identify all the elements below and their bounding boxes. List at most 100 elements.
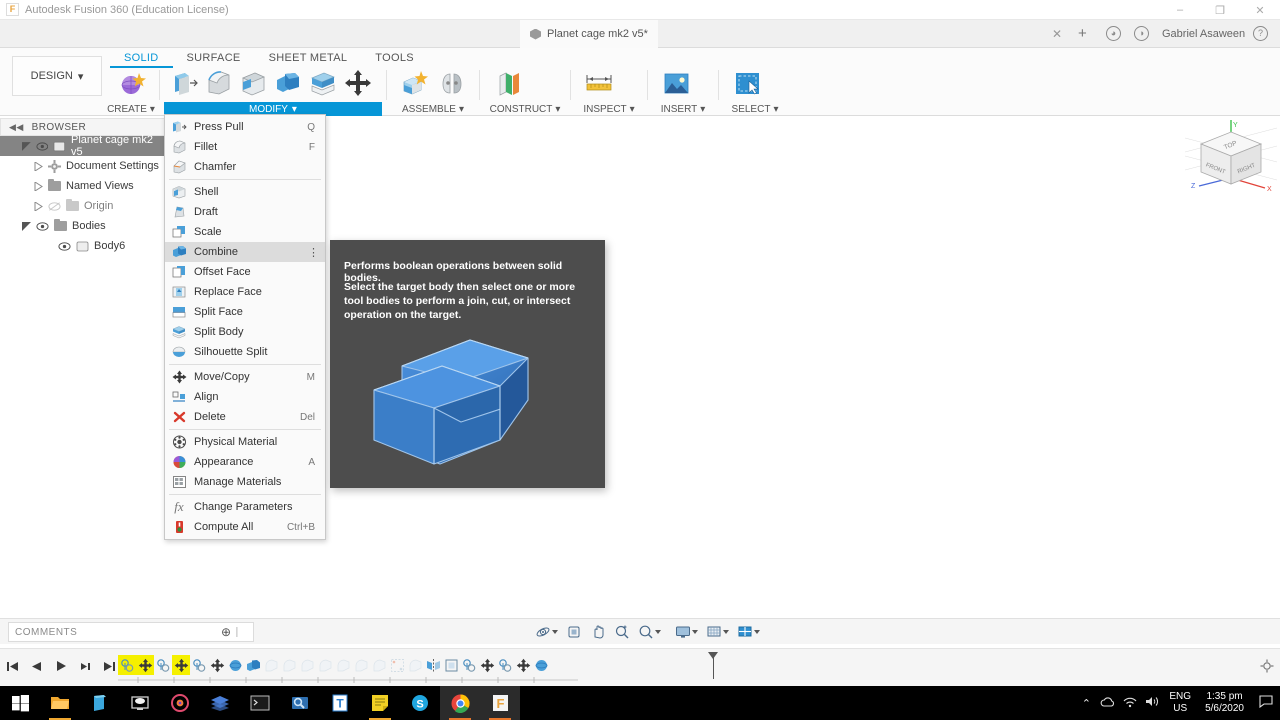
menu-item-split-face[interactable]: Split Face [165, 302, 325, 322]
taskbar-app-search[interactable] [280, 686, 320, 720]
panel-title-select[interactable]: SELECT ▾ [723, 102, 787, 116]
expander-expanded-icon[interactable] [22, 141, 31, 151]
menu-item-fillet[interactable]: Fillet F [165, 137, 325, 157]
browser-item-root[interactable]: Planet cage mk2 v5 [0, 134, 165, 158]
timeline-feature-14[interactable] [370, 655, 388, 675]
timeline-settings-icon[interactable] [1260, 659, 1274, 676]
step-back-button[interactable] [30, 660, 43, 676]
expander-collapsed-icon[interactable] [34, 161, 43, 171]
viewports-layout-tool[interactable] [734, 624, 763, 640]
expander-collapsed-icon[interactable] [34, 181, 43, 191]
joint-button[interactable] [433, 64, 471, 102]
timeline-feature-1[interactable] [136, 655, 154, 675]
timeline-feature-13[interactable] [352, 655, 370, 675]
timeline-feature-17[interactable] [424, 655, 442, 675]
menu-item-draft[interactable]: Draft [165, 202, 325, 222]
timeline-feature-9[interactable] [280, 655, 298, 675]
chevron-down-icon[interactable] [655, 630, 661, 634]
chevron-down-icon[interactable] [754, 630, 760, 634]
help-icon[interactable]: ? [1253, 26, 1268, 41]
go-to-end-button[interactable] [103, 660, 116, 676]
taskbar-app-media[interactable] [160, 686, 200, 720]
taskbar-app-file-explorer[interactable] [40, 686, 80, 720]
orbit-tool[interactable] [532, 624, 561, 640]
press-pull-button[interactable] [168, 64, 202, 102]
browser-item-named-views[interactable]: Named Views [0, 176, 165, 196]
fillet-button[interactable] [202, 64, 236, 102]
visibility-eye-icon[interactable] [36, 221, 49, 232]
timeline-feature-6[interactable] [226, 655, 244, 675]
panel-title-create[interactable]: CREATE ▾ [107, 102, 155, 116]
view-cube[interactable]: Y X Z TOP FRONT RIGHT [1184, 118, 1278, 200]
zoom-tool[interactable] [635, 624, 664, 640]
menu-item-move-copy[interactable]: Move/Copy M [165, 367, 325, 387]
timeline-feature-7[interactable] [244, 655, 262, 675]
close-tab-button[interactable]: ✕ [1052, 27, 1062, 41]
menu-item-appearance[interactable]: Appearance A [165, 452, 325, 472]
combine-button[interactable] [270, 64, 304, 102]
action-center-icon[interactable] [1252, 695, 1280, 711]
panel-title-insert[interactable]: INSERT ▾ [652, 102, 714, 116]
expander-collapsed-icon[interactable] [34, 201, 43, 211]
taskbar-app-weather[interactable] [120, 686, 160, 720]
comments-input[interactable]: COMMENTS ⊕ ⎸ [8, 622, 254, 642]
minimize-button[interactable]: – [1160, 0, 1200, 20]
construct-plane-button[interactable] [488, 64, 528, 102]
menu-item-physical-material[interactable]: Physical Material [165, 432, 325, 452]
timeline-feature-5[interactable] [208, 655, 226, 675]
new-tab-button[interactable]: + [1078, 25, 1087, 42]
taskbar-app-store[interactable] [80, 686, 120, 720]
timeline-feature-18[interactable] [442, 655, 460, 675]
menu-item-shell[interactable]: Shell [165, 182, 325, 202]
visibility-eye-off-icon[interactable] [48, 201, 61, 212]
menu-item-combine[interactable]: Combine ⋮ [165, 242, 325, 262]
split-body-button[interactable] [305, 64, 339, 102]
recent-icon[interactable]: ◑ [1134, 26, 1149, 41]
browser-item-document-settings[interactable]: Document Settings [0, 156, 165, 176]
browser-item-body6[interactable]: Body6 [0, 236, 165, 256]
menu-item-delete[interactable]: Delete Del [165, 407, 325, 427]
language-indicator[interactable]: ENG US [1163, 691, 1197, 715]
timeline-track[interactable] [118, 677, 578, 683]
onedrive-icon[interactable] [1097, 696, 1119, 711]
panel-title-assemble[interactable]: ASSEMBLE ▾ [391, 102, 475, 116]
comments-resize-handle[interactable]: ⎸ [237, 627, 248, 638]
play-button[interactable] [54, 659, 68, 676]
wifi-icon[interactable] [1119, 696, 1141, 711]
chevron-down-icon[interactable] [552, 630, 558, 634]
windows-start-icon[interactable] [0, 686, 40, 720]
menu-item-manage-materials[interactable]: Manage Materials [165, 472, 325, 492]
timeline-feature-11[interactable] [316, 655, 334, 675]
job-status-icon[interactable]: ◕ [1106, 26, 1121, 41]
timeline-feature-2[interactable] [154, 655, 172, 675]
visibility-eye-icon[interactable] [58, 241, 71, 252]
menu-item-compute-all[interactable]: Compute All Ctrl+B [165, 517, 325, 537]
taskbar-app-fusion360[interactable]: F [480, 686, 520, 720]
timeline-feature-3[interactable] [172, 655, 190, 675]
shell-button[interactable] [236, 64, 270, 102]
taskbar-app-text[interactable]: T [320, 686, 360, 720]
workspace-switcher-button[interactable]: DESIGN ▾ [12, 56, 102, 96]
insert-image-button[interactable] [656, 64, 696, 102]
menu-item-overflow-icon[interactable]: ⋮ [308, 246, 319, 259]
move-copy-button[interactable] [339, 64, 378, 102]
timeline-feature-23[interactable] [532, 655, 550, 675]
select-tool-button[interactable] [727, 64, 767, 102]
expander-expanded-icon[interactable] [22, 221, 31, 231]
create-sketch-button[interactable] [111, 64, 151, 102]
grid-settings-tool[interactable] [703, 624, 732, 640]
close-button[interactable]: ✕ [1240, 0, 1280, 20]
browser-item-bodies[interactable]: Bodies [0, 216, 165, 236]
timeline-feature-4[interactable] [190, 655, 208, 675]
taskbar-app-slicer[interactable] [200, 686, 240, 720]
menu-item-change-parameters[interactable]: fx Change Parameters [165, 497, 325, 517]
menu-item-scale[interactable]: Scale [165, 222, 325, 242]
document-tab[interactable]: Planet cage mk2 v5* [520, 20, 658, 48]
menu-item-press-pull[interactable]: Press Pull Q [165, 117, 325, 137]
clock[interactable]: 1:35 pm 5/6/2020 [1197, 691, 1252, 715]
panel-title-construct[interactable]: CONSTRUCT ▾ [484, 102, 566, 116]
timeline-feature-15[interactable] [388, 655, 406, 675]
timeline-feature-19[interactable] [460, 655, 478, 675]
panel-title-inspect[interactable]: INSPECT ▾ [575, 102, 643, 116]
maximize-button[interactable]: ❐ [1200, 0, 1240, 20]
